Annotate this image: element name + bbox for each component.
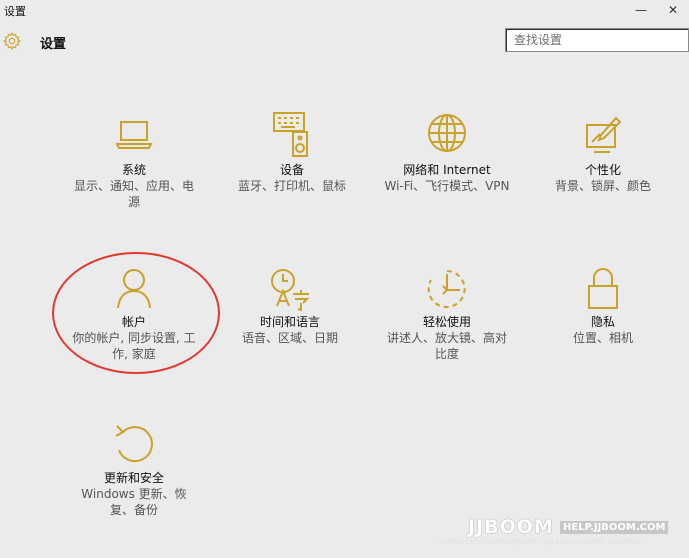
- tile-time-language[interactable]: 时间和语言 语音、区域、日期: [215, 266, 365, 346]
- tile-system-desc: 显示、通知、应用、电源: [73, 179, 194, 209]
- tile-system[interactable]: 系统 显示、通知、应用、电源: [59, 114, 209, 210]
- tile-personalization-desc: 背景、锁屏、颜色: [554, 179, 651, 193]
- tile-ease-of-access[interactable]: 轻松使用 讲述人、放大镜、高对比度: [372, 266, 522, 362]
- tile-system-title: 系统: [121, 163, 146, 177]
- tile-accounts[interactable]: 帐户 你的帐户, 同步设置, 工作, 家庭: [59, 266, 209, 362]
- tile-update-security-title: 更新和安全: [103, 471, 164, 485]
- tile-ease-of-access-title: 轻松使用: [422, 315, 471, 329]
- tile-devices-desc: 蓝牙、打印机、鼠标: [237, 179, 346, 193]
- window-title: 设置: [4, 5, 26, 18]
- tile-network-title: 网络和 Internet: [403, 163, 491, 177]
- gear-icon: [2, 31, 22, 51]
- devices-icon: [273, 112, 308, 157]
- tile-privacy-title: 隐私: [590, 315, 615, 329]
- personalization-icon: [586, 116, 622, 153]
- tile-time-language-desc: 语音、区域、日期: [241, 331, 338, 345]
- watermark-site: HELP.JJBOOM.COM: [560, 521, 669, 534]
- tile-update-security[interactable]: 更新和安全 Windows 更新、恢复、备份: [59, 422, 209, 518]
- tile-personalization-title: 个性化: [584, 163, 621, 177]
- person-icon: [117, 269, 151, 309]
- search-input[interactable]: [514, 29, 682, 51]
- tile-network[interactable]: 网络和 Internet Wi-Fi、飞行模式、VPN: [372, 110, 522, 194]
- close-button[interactable]: ✕: [657, 0, 689, 22]
- tile-network-desc: Wi-Fi、飞行模式、VPN: [384, 179, 510, 193]
- page-title: 设置: [40, 37, 67, 52]
- lock-icon: [588, 268, 618, 309]
- minimize-button[interactable]: —: [625, 0, 657, 22]
- watermark-copyright: © 2014-2017 SHANGHAI JJBOOM CO., LTD. AL…: [440, 538, 641, 545]
- ease-of-access-icon: [427, 270, 466, 308]
- tile-update-security-desc: Windows 更新、恢复、备份: [81, 487, 187, 517]
- watermark-brand: JJBOOM: [468, 516, 554, 538]
- search-box[interactable]: [505, 28, 689, 52]
- tile-privacy-desc: 位置、相机: [572, 331, 633, 345]
- tile-personalization[interactable]: 个性化 背景、锁屏、颜色: [528, 112, 678, 194]
- update-icon: [115, 425, 153, 463]
- watermark: JJBOOM HELP.JJBOOM.COM © 2014-2017 SHANG…: [440, 516, 683, 552]
- tile-devices-title: 设备: [279, 163, 304, 177]
- window-controls: — ✕: [625, 0, 689, 22]
- globe-icon: [428, 114, 466, 152]
- laptop-icon: [115, 121, 153, 149]
- tile-time-language-title: 时间和语言: [259, 315, 320, 329]
- time-language-icon: [271, 269, 310, 312]
- tile-devices[interactable]: 设备 蓝牙、打印机、鼠标: [217, 110, 367, 194]
- tile-accounts-title: 帐户: [121, 315, 146, 329]
- tile-ease-of-access-desc: 讲述人、放大镜、高对比度: [386, 331, 507, 361]
- tile-accounts-desc: 你的帐户, 同步设置, 工作, 家庭: [72, 331, 196, 361]
- tile-privacy[interactable]: 隐私 位置、相机: [528, 266, 678, 346]
